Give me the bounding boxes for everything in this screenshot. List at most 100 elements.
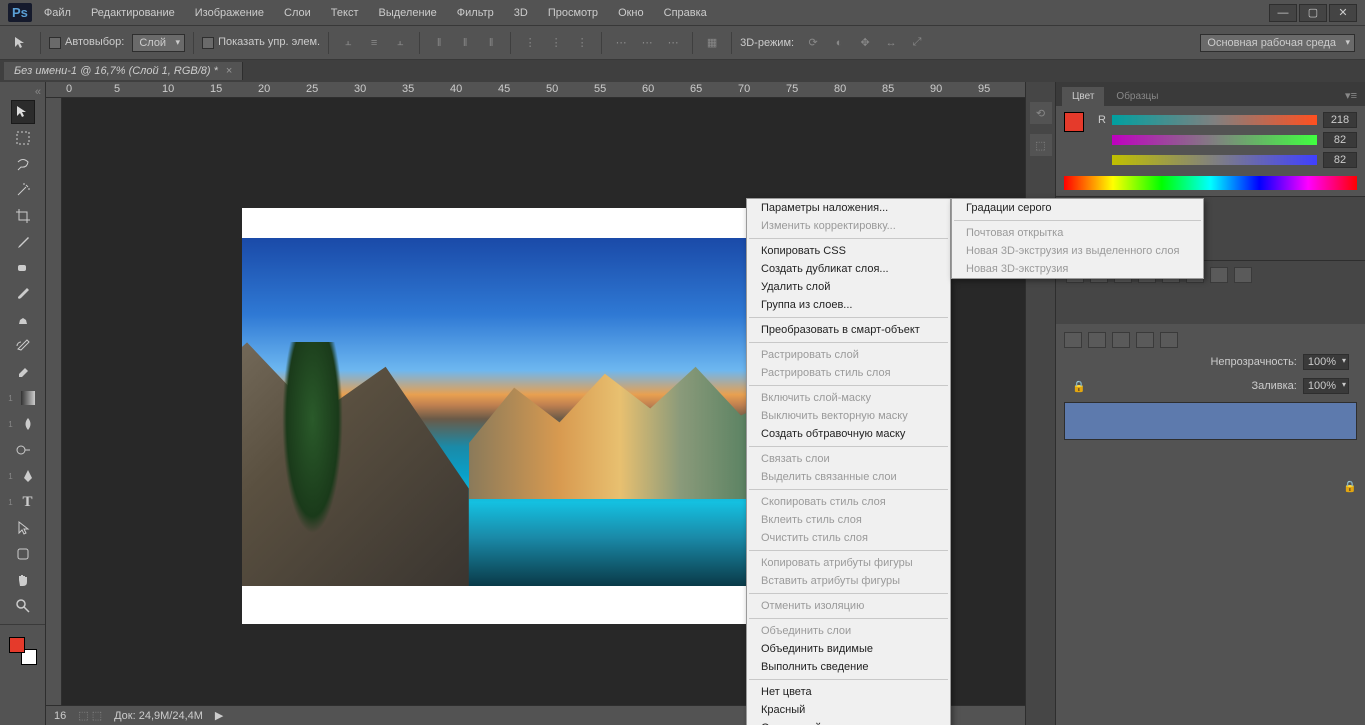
pen-tool[interactable]: [16, 464, 40, 488]
context-menu-item[interactable]: Преобразовать в смарт-объект: [747, 321, 950, 339]
crop-tool[interactable]: [11, 204, 35, 228]
align-bottom-icon[interactable]: ⫠: [389, 32, 411, 54]
3d-slide-icon[interactable]: ↔: [880, 32, 902, 54]
context-menu-item[interactable]: Выполнить сведение: [747, 658, 950, 676]
opacity-input[interactable]: 100%: [1303, 354, 1349, 370]
g-slider[interactable]: [1112, 135, 1317, 145]
panel-menu-icon[interactable]: ▾≡: [1337, 85, 1365, 106]
filter-adjust-icon[interactable]: [1088, 332, 1106, 348]
workspace-dropdown[interactable]: Основная рабочая среда: [1200, 34, 1355, 52]
distribute-2-icon[interactable]: ⋮: [545, 32, 567, 54]
spectrum-ramp[interactable]: [1064, 176, 1357, 190]
history-brush-tool[interactable]: [11, 334, 35, 358]
zoom-tool[interactable]: [11, 594, 35, 618]
marquee-tool[interactable]: [11, 126, 35, 150]
menu-text[interactable]: Текст: [323, 3, 367, 23]
menu-help[interactable]: Справка: [656, 3, 715, 23]
context-menu-item[interactable]: Объединить видимые: [747, 640, 950, 658]
distribute-5-icon[interactable]: ⋯: [636, 32, 658, 54]
r-value[interactable]: 218: [1323, 112, 1357, 128]
menu-layers[interactable]: Слои: [276, 3, 319, 23]
blur-tool[interactable]: [16, 412, 40, 436]
g-value[interactable]: 82: [1323, 132, 1357, 148]
filter-shape-icon[interactable]: [1136, 332, 1154, 348]
filter-smart-icon[interactable]: [1160, 332, 1178, 348]
show-transform-controls-checkbox[interactable]: Показать упр. элем.: [202, 36, 320, 48]
align-right-icon[interactable]: ‖: [480, 32, 502, 54]
menu-select[interactable]: Выделение: [371, 3, 445, 23]
distribute-1-icon[interactable]: ⋮: [519, 32, 541, 54]
3d-pan-icon[interactable]: ✥: [854, 32, 876, 54]
r-slider[interactable]: [1112, 115, 1317, 125]
path-selection-tool[interactable]: [11, 516, 35, 540]
color-preview[interactable]: [1064, 112, 1084, 132]
filter-type-icon[interactable]: [1112, 332, 1130, 348]
document-tab[interactable]: Без имени-1 @ 16,7% (Слой 1, RGB/8) * ×: [4, 62, 243, 80]
adj-icon[interactable]: [1234, 267, 1252, 283]
brush-tool[interactable]: [11, 282, 35, 306]
context-menu-item[interactable]: Нет цвета: [747, 683, 950, 701]
context-menu-item[interactable]: Создать дубликат слоя...: [747, 260, 950, 278]
close-tab-icon[interactable]: ×: [226, 65, 232, 77]
context-menu-item[interactable]: Удалить слой: [747, 278, 950, 296]
hand-tool[interactable]: [11, 568, 35, 592]
context-menu-item[interactable]: Группа из слоев...: [747, 296, 950, 314]
distribute-3-icon[interactable]: ⋮: [571, 32, 593, 54]
maximize-button[interactable]: ▢: [1299, 4, 1327, 22]
distribute-6-icon[interactable]: ⋯: [662, 32, 684, 54]
eraser-tool[interactable]: [11, 360, 35, 384]
b-slider[interactable]: [1112, 155, 1317, 165]
type-tool[interactable]: T: [16, 490, 40, 514]
status-flyout-icon[interactable]: ▶: [215, 709, 223, 722]
minimize-button[interactable]: —: [1269, 4, 1297, 22]
lock-icon[interactable]: 🔒: [1072, 380, 1086, 393]
context-menu-item[interactable]: Градации серого: [952, 199, 1203, 217]
eyedropper-tool[interactable]: [11, 230, 35, 254]
healing-brush-tool[interactable]: [11, 256, 35, 280]
context-menu-item[interactable]: Параметры наложения...: [747, 199, 950, 217]
fill-input[interactable]: 100%: [1303, 378, 1349, 394]
foreground-color-swatch[interactable]: [9, 637, 25, 653]
3d-roll-icon[interactable]: ◐: [828, 32, 850, 54]
filter-pixel-icon[interactable]: [1064, 332, 1082, 348]
properties-panel-icon[interactable]: ⬚: [1030, 134, 1052, 156]
align-hcenter-icon[interactable]: ‖: [454, 32, 476, 54]
swatches-tab[interactable]: Образцы: [1106, 87, 1168, 106]
toolbox-collapse-icon[interactable]: «: [0, 86, 45, 98]
close-button[interactable]: ✕: [1329, 4, 1357, 22]
context-menu-item[interactable]: Красный: [747, 701, 950, 719]
move-tool[interactable]: [11, 100, 35, 124]
clone-stamp-tool[interactable]: [11, 308, 35, 332]
auto-align-icon[interactable]: ▦: [701, 32, 723, 54]
adj-icon[interactable]: [1210, 267, 1228, 283]
lasso-tool[interactable]: [11, 152, 35, 176]
gradient-tool[interactable]: [16, 386, 40, 410]
align-vcenter-icon[interactable]: ≡: [363, 32, 385, 54]
menu-filter[interactable]: Фильтр: [449, 3, 502, 23]
menu-3d[interactable]: 3D: [506, 3, 536, 23]
align-top-icon[interactable]: ⫠: [337, 32, 359, 54]
dodge-tool[interactable]: [11, 438, 35, 462]
align-left-icon[interactable]: ‖: [428, 32, 450, 54]
layer-row[interactable]: [1064, 402, 1357, 440]
3d-orbit-icon[interactable]: ⟳: [802, 32, 824, 54]
shape-tool[interactable]: [11, 542, 35, 566]
b-value[interactable]: 82: [1323, 152, 1357, 168]
history-panel-icon[interactable]: ⟲: [1030, 102, 1052, 124]
autoselect-checkbox[interactable]: Автовыбор:: [49, 36, 124, 48]
canvas[interactable]: [242, 208, 746, 624]
menu-window[interactable]: Окно: [610, 3, 652, 23]
lock-all-icon[interactable]: 🔒: [1343, 481, 1357, 493]
color-swatches[interactable]: [9, 637, 37, 665]
autoselect-target-dropdown[interactable]: Слой: [132, 34, 185, 52]
magic-wand-tool[interactable]: [11, 178, 35, 202]
3d-scale-icon[interactable]: ⤢: [906, 32, 928, 54]
distribute-4-icon[interactable]: ⋯: [610, 32, 632, 54]
context-menu-item[interactable]: Создать обтравочную маску: [747, 425, 950, 443]
menu-edit[interactable]: Редактирование: [83, 3, 183, 23]
context-menu-item[interactable]: Оранжевый: [747, 719, 950, 725]
zoom-value[interactable]: 16: [54, 710, 66, 722]
context-menu-item[interactable]: Копировать CSS: [747, 242, 950, 260]
color-tab[interactable]: Цвет: [1062, 87, 1104, 106]
menu-file[interactable]: Файл: [36, 3, 79, 23]
